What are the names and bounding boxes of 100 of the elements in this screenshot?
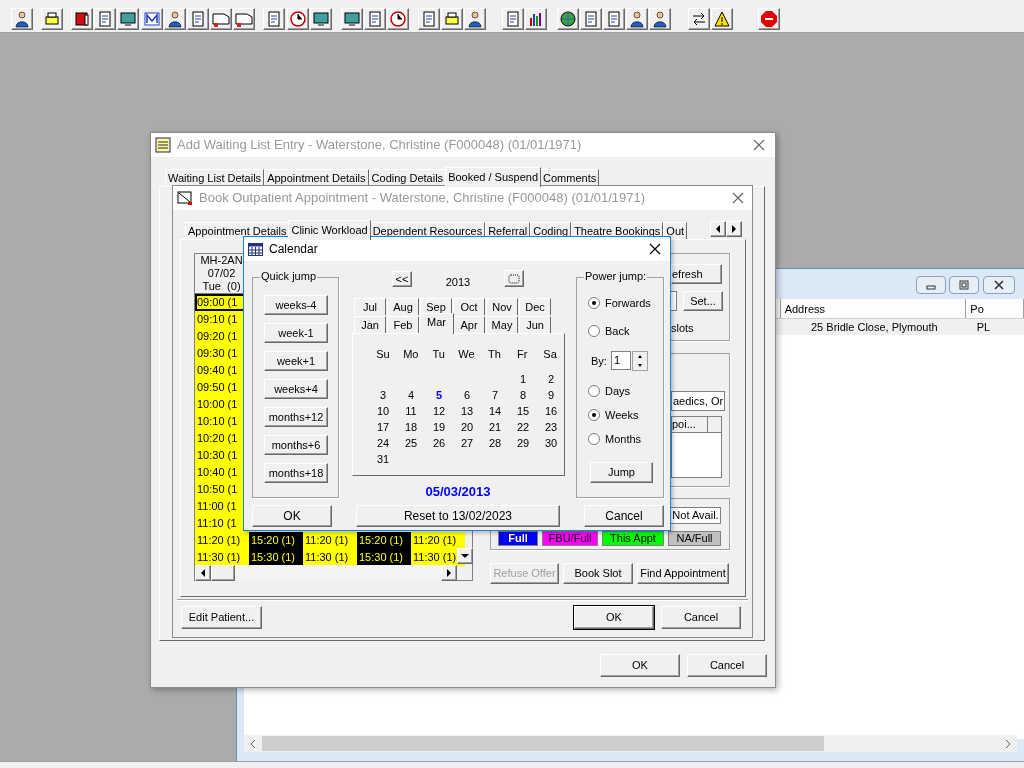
- scroll-right-button[interactable]: [441, 565, 457, 581]
- day-cell[interactable]: 9: [537, 386, 565, 403]
- specialty-field[interactable]: aedics, Or: [671, 391, 725, 411]
- day-cell[interactable]: 30: [537, 434, 565, 451]
- jump-button[interactable]: Jump: [590, 462, 653, 483]
- slot-cell[interactable]: 15:20 (1): [357, 532, 411, 549]
- horizontal-scrollbar[interactable]: [244, 735, 1017, 752]
- cancel-button[interactable]: Cancel: [584, 505, 664, 527]
- day-cell[interactable]: 4: [397, 386, 425, 403]
- slot-cell[interactable]: 11:10 (1: [195, 515, 249, 532]
- month-tab[interactable]: Jan: [354, 316, 386, 333]
- previous-year-button[interactable]: <<: [392, 271, 412, 287]
- day-cell[interactable]: 3: [369, 386, 397, 403]
- slot-cell[interactable]: 11:20 (1): [195, 532, 249, 549]
- tab[interactable]: Booked / Suspend: [445, 167, 542, 187]
- set-button[interactable]: Set...: [683, 291, 723, 311]
- month-tab[interactable]: Jun: [519, 316, 551, 333]
- quick-jump-button[interactable]: months+6: [264, 435, 328, 455]
- day-cell[interactable]: 6: [453, 386, 481, 403]
- button[interactable]: Book Slot: [563, 563, 633, 584]
- toolbar-button[interactable]: [341, 8, 363, 30]
- toolbar-button[interactable]: [11, 8, 33, 30]
- edit-patient-button[interactable]: Edit Patient...: [181, 606, 262, 629]
- slot-cell[interactable]: 11:20 (1): [303, 532, 357, 549]
- quick-jump-button[interactable]: months+18: [264, 463, 328, 483]
- day-cell[interactable]: 24: [369, 434, 397, 451]
- button[interactable]: OK: [574, 606, 654, 629]
- day-cell[interactable]: 23: [537, 418, 565, 435]
- quick-jump-button[interactable]: weeks-4: [264, 295, 328, 315]
- radio-button[interactable]: [588, 433, 600, 446]
- refresh-button[interactable]: efresh: [671, 264, 722, 284]
- scrollbar-thumb[interactable]: [211, 565, 235, 581]
- radio-button[interactable]: [588, 325, 600, 338]
- tab[interactable]: Out: [663, 222, 688, 240]
- toolbar-button[interactable]: [71, 8, 93, 30]
- month-tab[interactable]: Oct: [453, 298, 485, 315]
- month-tab[interactable]: Mar: [419, 313, 454, 334]
- day-cell[interactable]: 21: [481, 418, 509, 435]
- toolbar-button[interactable]: [711, 8, 733, 30]
- tab-scroll-button[interactable]: [710, 221, 726, 237]
- quick-jump-button[interactable]: week+1: [264, 351, 328, 371]
- toolbar-button[interactable]: [441, 8, 463, 30]
- minimize-button[interactable]: [916, 276, 946, 294]
- day-cell[interactable]: 11: [397, 402, 425, 419]
- day-cell[interactable]: 14: [481, 402, 509, 419]
- toolbar-button[interactable]: [387, 8, 409, 30]
- month-tab[interactable]: Jul: [354, 298, 386, 315]
- day-cell[interactable]: 28: [481, 434, 509, 451]
- tab[interactable]: Clinic Workload: [288, 220, 371, 240]
- reset-button[interactable]: Reset to 13/02/2023: [356, 505, 560, 527]
- day-cell[interactable]: 10: [369, 402, 397, 419]
- button[interactable]: Cancel: [661, 606, 741, 629]
- day-cell[interactable]: 5: [425, 386, 453, 403]
- button[interactable]: Cancel: [687, 654, 767, 677]
- toolbar-button[interactable]: [649, 8, 671, 30]
- toolbar-button[interactable]: [287, 8, 309, 30]
- quick-jump-button[interactable]: week-1: [264, 323, 328, 343]
- day-cell[interactable]: 13: [453, 402, 481, 419]
- day-cell[interactable]: 15: [509, 402, 537, 419]
- day-cell[interactable]: 19: [425, 418, 453, 435]
- day-cell[interactable]: 16: [537, 402, 565, 419]
- scrollbar-thumb[interactable]: [262, 736, 824, 751]
- toolbar-button[interactable]: [41, 8, 63, 30]
- spin-button[interactable]: [632, 351, 648, 371]
- toolbar-button[interactable]: [141, 8, 163, 30]
- toolbar-button[interactable]: [164, 8, 186, 30]
- month-tab[interactable]: Nov: [486, 298, 518, 315]
- toolbar-button[interactable]: [117, 8, 139, 30]
- next-year-button[interactable]: [504, 270, 524, 287]
- horizontal-scrollbar[interactable]: [195, 565, 457, 581]
- scroll-down-button[interactable]: [457, 548, 473, 564]
- quick-jump-button[interactable]: months+12: [264, 407, 328, 427]
- toolbar-button[interactable]: [688, 8, 710, 30]
- day-cell[interactable]: 12: [425, 402, 453, 419]
- day-cell[interactable]: 2: [537, 370, 565, 387]
- month-tab[interactable]: Aug: [387, 298, 419, 315]
- button[interactable]: Find Appointment: [637, 563, 729, 584]
- day-cell[interactable]: 1: [509, 370, 537, 387]
- month-tab[interactable]: Apr: [453, 316, 485, 333]
- toolbar-button[interactable]: [464, 8, 486, 30]
- day-cell[interactable]: 17: [369, 418, 397, 435]
- slot-cell[interactable]: 15:20 (1): [249, 532, 303, 549]
- day-cell[interactable]: 31: [369, 450, 397, 467]
- day-cell[interactable]: 22: [509, 418, 537, 435]
- quick-jump-button[interactable]: weeks+4: [264, 379, 328, 399]
- toolbar-button[interactable]: [310, 8, 332, 30]
- radio-button[interactable]: [588, 385, 600, 398]
- day-cell[interactable]: 18: [397, 418, 425, 435]
- number-field[interactable]: 1: [611, 351, 631, 370]
- column-header[interactable]: [708, 417, 721, 433]
- scroll-left-button[interactable]: [195, 565, 211, 581]
- day-cell[interactable]: 25: [397, 434, 425, 451]
- toolbar-button[interactable]: [557, 8, 579, 30]
- day-cell[interactable]: 29: [509, 434, 537, 451]
- slot-cell[interactable]: 11:20 (1): [411, 532, 465, 549]
- day-cell[interactable]: 27: [453, 434, 481, 451]
- radio-button[interactable]: [588, 297, 600, 310]
- close-button[interactable]: [983, 276, 1015, 294]
- day-cell[interactable]: 26: [425, 434, 453, 451]
- button[interactable]: OK: [600, 654, 680, 677]
